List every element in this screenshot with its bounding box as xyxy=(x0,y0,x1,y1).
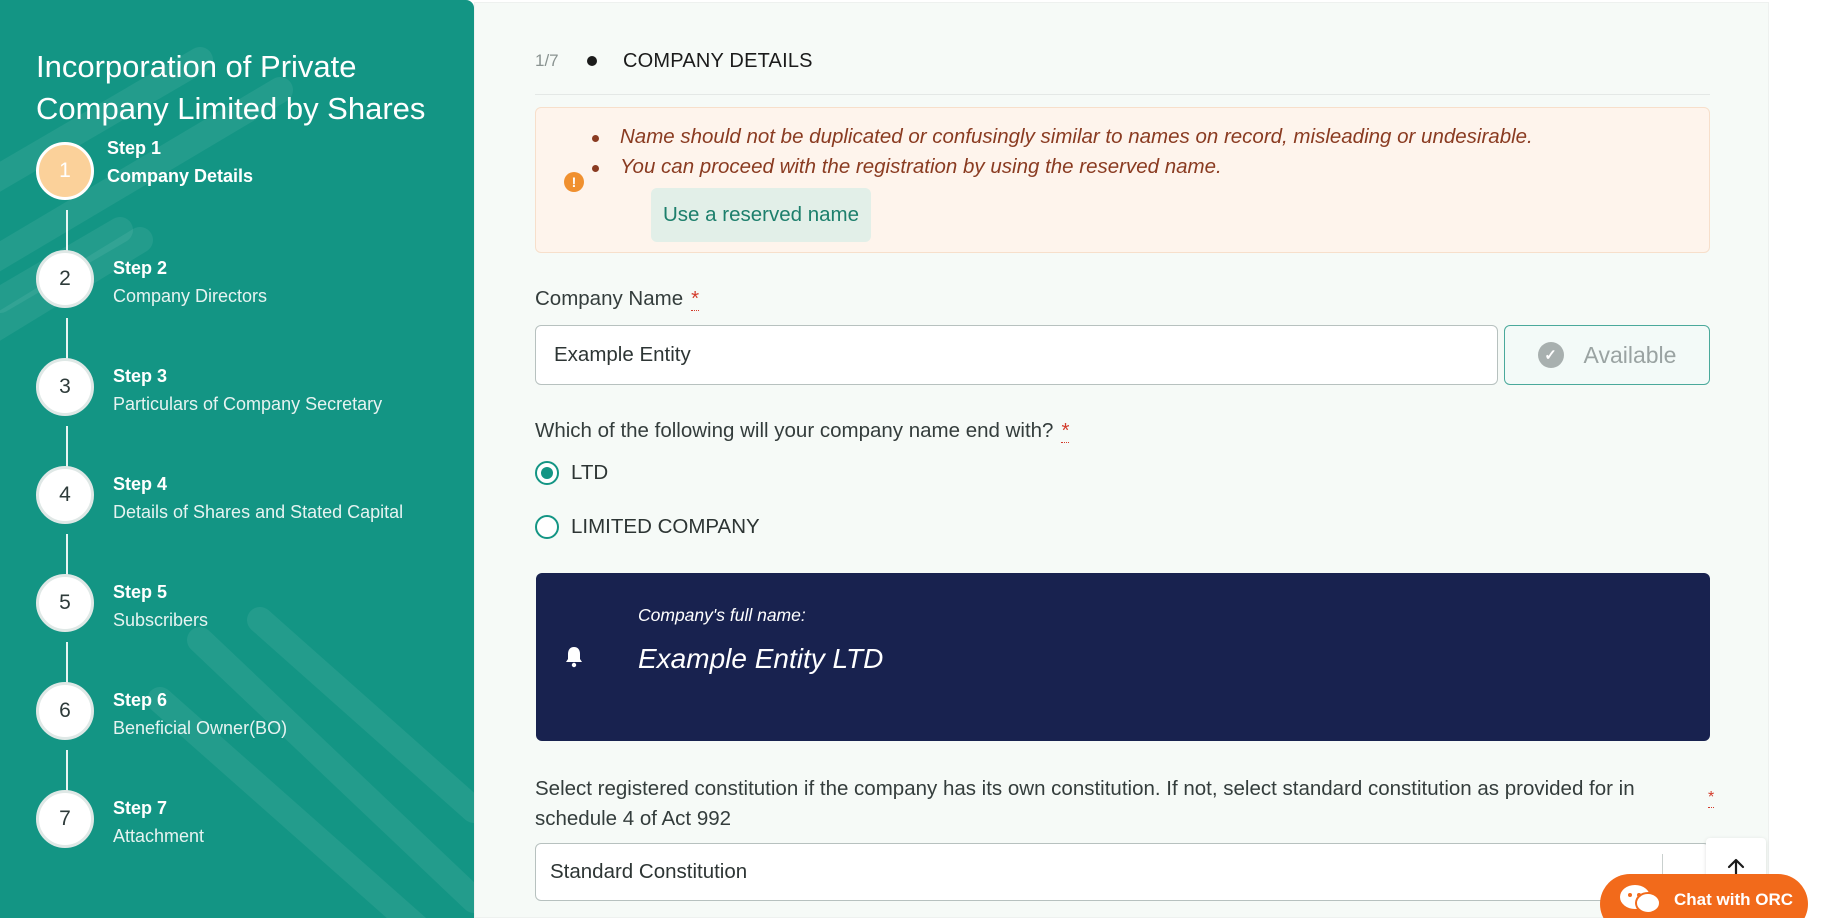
step-label: Beneficial Owner(BO) xyxy=(113,718,288,738)
notice-item: Name should not be duplicated or confusi… xyxy=(592,122,1533,152)
section-title: COMPANY DETAILS xyxy=(623,49,813,72)
step-caption: Step 5 xyxy=(113,582,168,602)
sidebar-title: Incorporation of Private Company Limited… xyxy=(36,49,426,126)
wizard-sidebar: Incorporation of Private Company Limited… xyxy=(0,0,474,918)
chat-label: Chat with ORC xyxy=(1674,890,1793,909)
constitution-label: Select registered constitution if the co… xyxy=(535,777,1635,830)
full-name-value: Example Entity LTD xyxy=(638,643,884,674)
step-caption: Step 1 xyxy=(107,138,162,158)
warning-icon: ! xyxy=(564,172,584,192)
name-suffix-question: Which of the following will your company… xyxy=(535,419,1070,443)
step-label: Company Details xyxy=(107,166,254,186)
step-connector xyxy=(66,534,68,576)
full-name-caption: Company's full name: xyxy=(638,605,806,625)
step-caption: Step 4 xyxy=(113,474,168,494)
step-label: Details of Shares and Stated Capital xyxy=(113,502,404,522)
availability-label: Available xyxy=(1583,341,1677,368)
bullet-icon xyxy=(587,56,597,66)
suffix-option-ltd[interactable]: LTD xyxy=(535,461,608,485)
step-label: Particulars of Company Secretary xyxy=(113,394,383,414)
header-divider xyxy=(535,94,1710,95)
check-circle-icon: ✓ xyxy=(1537,342,1564,368)
step-number-badge: 5 xyxy=(36,574,94,632)
sidebar-step-subscribers[interactable]: 5 Step 5 Subscribers xyxy=(36,574,456,638)
company-details-form: 1/7 COMPANY DETAILS ! Name should not be… xyxy=(474,2,1769,918)
step-caption: Step 6 xyxy=(113,690,168,710)
constitution-select[interactable]: Standard Constitution ⌄ xyxy=(535,843,1710,901)
sidebar-step-company-directors[interactable]: 2 Step 2 Company Directors xyxy=(36,250,456,314)
step-connector xyxy=(66,210,68,252)
notice-item: You can proceed with the registration by… xyxy=(592,152,1533,182)
sidebar-step-attachment[interactable]: 7 Step 7 Attachment xyxy=(36,790,456,854)
step-number-badge: 1 xyxy=(36,142,94,200)
chat-bubble-icon xyxy=(1620,885,1661,914)
step-number-badge: 4 xyxy=(36,466,94,524)
sidebar-step-company-secretary[interactable]: 3 Step 3 Particulars of Company Secretar… xyxy=(36,358,456,422)
constitution-selected-value: Standard Constitution xyxy=(550,860,748,883)
radio-unchecked-icon[interactable] xyxy=(535,515,559,539)
required-marker: * xyxy=(1708,789,1715,808)
step-header: 1/7 COMPANY DETAILS xyxy=(535,41,813,81)
name-suffix-question-text: Which of the following will your company… xyxy=(535,419,1054,442)
step-connector xyxy=(66,750,68,792)
step-number-badge: 3 xyxy=(36,358,94,416)
suffix-option-limited-company[interactable]: LIMITED COMPANY xyxy=(535,515,760,539)
step-connector xyxy=(66,318,68,360)
sidebar-step-company-details[interactable]: 1 Step 1 Company Details xyxy=(36,138,456,206)
step-caption: Step 2 xyxy=(113,258,168,278)
step-label: Subscribers xyxy=(113,610,209,630)
chat-with-orc-button[interactable]: Chat with ORC xyxy=(1600,874,1808,918)
radio-label: LIMITED COMPANY xyxy=(571,515,760,538)
step-number-badge: 2 xyxy=(36,250,94,308)
name-notice-alert: ! Name should not be duplicated or confu… xyxy=(535,107,1710,253)
step-number-badge: 6 xyxy=(36,682,94,740)
step-caption: Step 7 xyxy=(113,798,168,818)
use-reserved-name-button[interactable]: Use a reserved name xyxy=(651,188,871,242)
step-caption: Step 3 xyxy=(113,366,168,386)
step-label: Company Directors xyxy=(113,286,268,306)
step-connector xyxy=(66,426,68,468)
notice-list: Name should not be duplicated or confusi… xyxy=(592,122,1533,182)
sidebar-step-beneficial-owner[interactable]: 6 Step 6 Beneficial Owner(BO) xyxy=(36,682,456,746)
radio-checked-icon[interactable] xyxy=(535,461,559,485)
step-number-badge: 7 xyxy=(36,790,94,848)
availability-button[interactable]: ✓ Available xyxy=(1504,325,1710,385)
step-counter: 1/7 xyxy=(535,51,559,70)
sidebar-step-shares-capital[interactable]: 4 Step 4 Details of Shares and Stated Ca… xyxy=(36,466,456,530)
radio-label: LTD xyxy=(571,461,609,484)
company-full-name-card: Company's full name: Example Entity LTD xyxy=(536,573,1710,741)
company-name-label-text: Company Name xyxy=(535,287,684,310)
step-connector xyxy=(66,642,68,684)
company-name-input[interactable] xyxy=(535,325,1498,385)
company-name-label: Company Name * xyxy=(535,287,700,311)
required-marker: * xyxy=(1061,419,1070,443)
step-label: Attachment xyxy=(113,826,205,846)
bell-icon xyxy=(566,647,582,668)
required-marker: * xyxy=(691,287,700,311)
